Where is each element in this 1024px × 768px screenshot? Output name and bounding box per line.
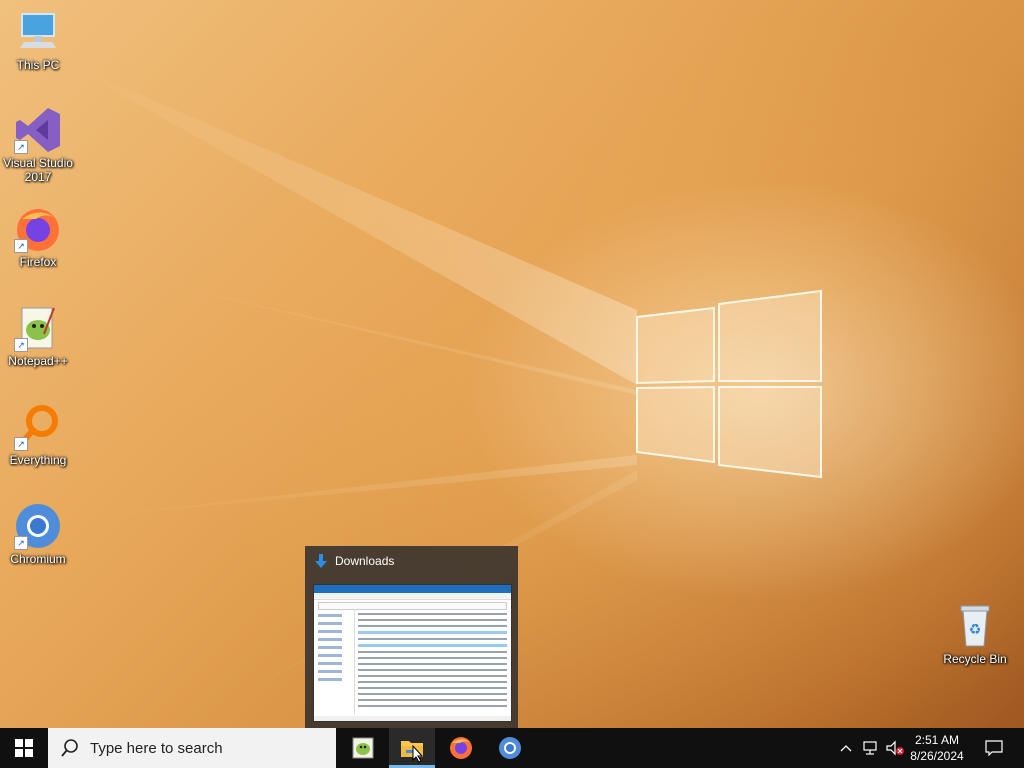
notepadpp-icon — [352, 737, 374, 759]
taskbar-app-chromium[interactable] — [487, 728, 533, 768]
search-icon — [61, 739, 78, 757]
desktop-icon-label: This PC — [16, 58, 60, 72]
clock[interactable]: 2:51 AM 8/26/2024 — [902, 728, 972, 768]
desktop-icon-this-pc[interactable]: This PC — [0, 8, 76, 72]
chromium-icon: ↗ — [14, 502, 62, 550]
recycle-bin-icon: ♻ — [951, 602, 999, 650]
desktop-icon-chromium[interactable]: ↗ Chromium — [0, 502, 76, 566]
shortcut-arrow-icon: ↗ — [14, 536, 28, 550]
shortcut-arrow-icon: ↗ — [14, 239, 28, 253]
shortcut-arrow-icon: ↗ — [14, 338, 28, 352]
firefox-icon: ↗ — [14, 205, 62, 253]
desktop-icon-label: Firefox — [19, 255, 57, 269]
clock-date: 8/26/2024 — [910, 749, 964, 763]
action-center-button[interactable] — [976, 728, 1012, 768]
thumbnail-title: Downloads — [335, 554, 395, 568]
notification-icon — [985, 740, 1003, 756]
desktop-icon-label: Visual Studio 2017 — [3, 156, 73, 184]
taskbar: Type here to search — [0, 728, 1024, 768]
desktop-icon-label: Notepad++ — [8, 354, 68, 368]
mouse-cursor-icon — [412, 745, 424, 763]
desktop-icon-firefox[interactable]: ↗ Firefox — [0, 205, 76, 269]
chromium-icon — [499, 737, 521, 759]
windows-logo-icon — [15, 739, 33, 757]
computer-icon — [14, 8, 62, 56]
search-box[interactable]: Type here to search — [48, 728, 336, 768]
desktop-icon-everything[interactable]: ↗ Everything — [0, 403, 76, 467]
svg-text:♻: ♻ — [969, 622, 982, 638]
network-icon — [863, 741, 877, 755]
download-arrow-icon — [315, 554, 327, 568]
taskbar-thumbnail-preview[interactable]: Downloads — [305, 546, 518, 728]
desktop-icon-label: Recycle Bin — [943, 652, 1007, 666]
desktop-icon-recycle-bin[interactable]: ♻ Recycle Bin — [937, 602, 1013, 666]
visual-studio-icon: ↗ — [14, 106, 62, 154]
notepadpp-icon: ↗ — [14, 304, 62, 352]
taskbar-app-firefox[interactable] — [438, 728, 484, 768]
desktop-icon-visual-studio[interactable]: ↗ Visual Studio 2017 — [0, 106, 76, 184]
shortcut-arrow-icon: ↗ — [14, 437, 28, 451]
desktop-icon-label: Chromium — [10, 552, 66, 566]
desktop-icon-notepadpp[interactable]: ↗ Notepad++ — [0, 304, 76, 368]
shortcut-arrow-icon: ↗ — [14, 140, 28, 154]
thumbnail-title-bar: Downloads — [313, 552, 394, 570]
everything-icon: ↗ — [14, 403, 62, 451]
desktop-icon-label: Everything — [9, 453, 67, 467]
firefox-icon — [450, 737, 472, 759]
taskbar-app-notepadpp[interactable] — [340, 728, 386, 768]
chevron-up-icon — [840, 745, 852, 752]
network-tray-button[interactable] — [860, 728, 882, 768]
search-placeholder: Type here to search — [90, 739, 223, 757]
show-hidden-icons-button[interactable] — [836, 728, 856, 768]
start-button[interactable] — [0, 728, 48, 768]
thumbnail-window-preview[interactable] — [313, 584, 512, 722]
clock-time: 2:51 AM — [914, 733, 960, 747]
